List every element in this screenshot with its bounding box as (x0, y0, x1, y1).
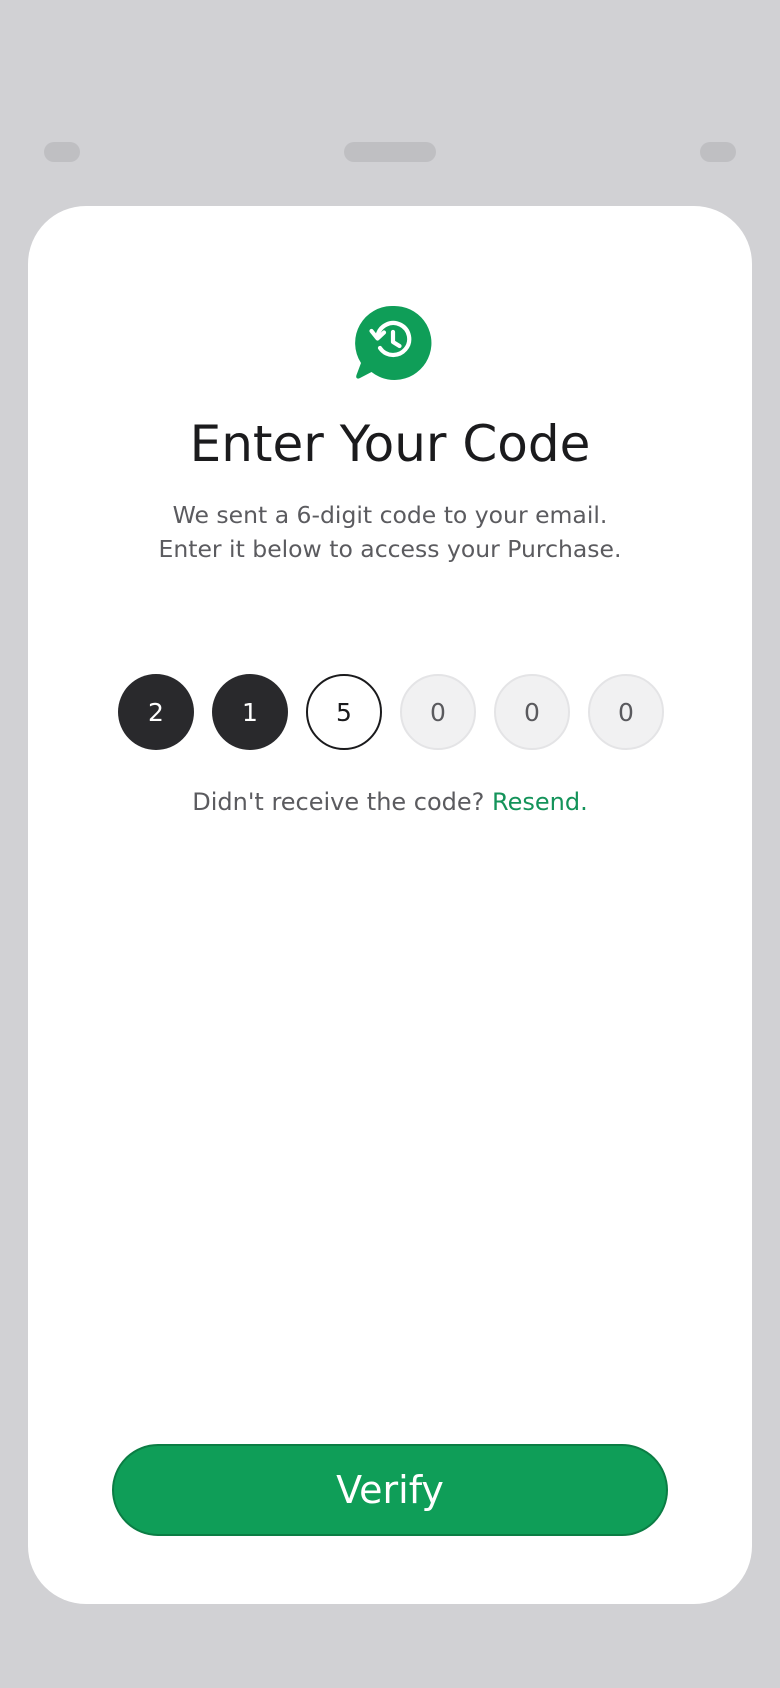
resend-link[interactable]: Resend. (492, 788, 588, 816)
page-title: Enter Your Code (189, 415, 591, 473)
verification-card: Enter Your Code We sent a 6-digit code t… (28, 206, 752, 1604)
code-digit-5[interactable]: 0 (494, 674, 570, 750)
code-digit-1[interactable]: 2 (118, 674, 194, 750)
status-indicator-right (700, 142, 736, 162)
history-chat-icon (352, 302, 434, 384)
status-indicator-left (44, 142, 80, 162)
resend-prompt: Didn't receive the code? (192, 788, 493, 816)
code-digit-2[interactable]: 1 (212, 674, 288, 750)
code-input-group: 2 1 5 0 0 0 (118, 674, 664, 750)
code-digit-6[interactable]: 0 (588, 674, 664, 750)
code-digit-4[interactable]: 0 (400, 674, 476, 750)
page-subtitle: We sent a 6-digit code to your email. En… (158, 501, 622, 563)
verify-button[interactable]: Verify (112, 1444, 668, 1536)
status-indicator-center (344, 142, 436, 162)
code-digit-3[interactable]: 5 (306, 674, 382, 750)
resend-row: Didn't receive the code? Resend. (28, 788, 752, 816)
